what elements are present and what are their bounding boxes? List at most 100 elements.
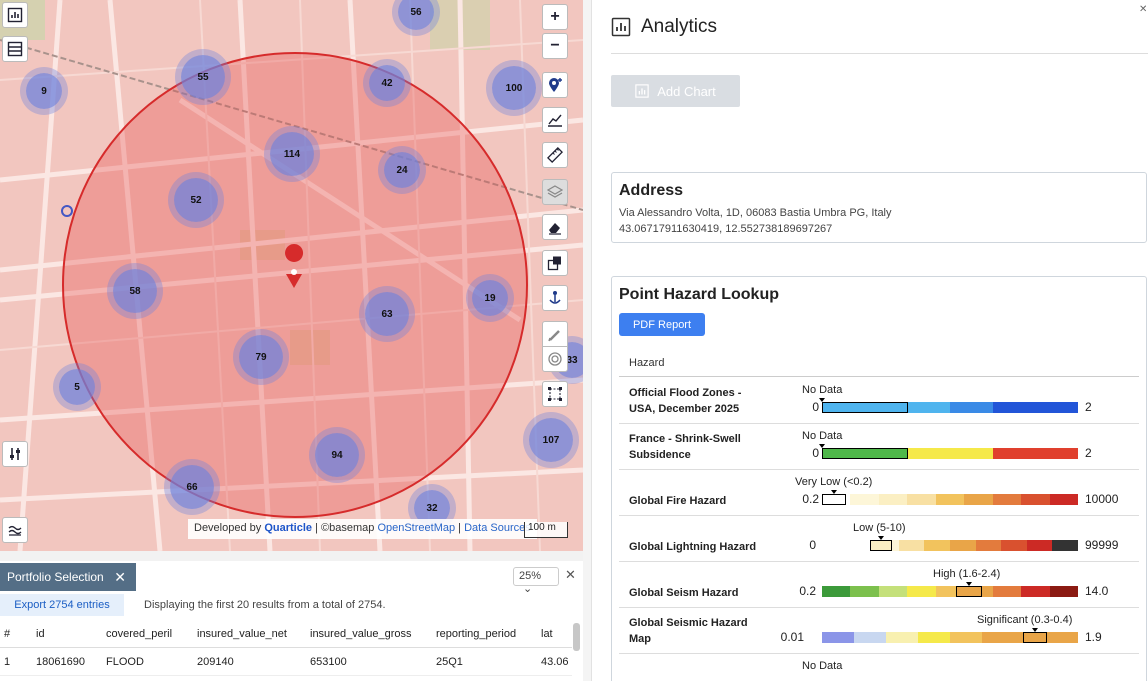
close-tab-icon[interactable]: ✕ bbox=[114, 569, 126, 586]
map-cluster[interactable]: 114 bbox=[270, 132, 314, 176]
column-header[interactable]: lat bbox=[541, 628, 572, 640]
layers-list-button[interactable] bbox=[2, 36, 28, 62]
map-cluster[interactable]: 58 bbox=[113, 269, 157, 313]
column-header[interactable]: id bbox=[36, 628, 106, 640]
close-panel-icon[interactable]: ✕ bbox=[1139, 4, 1147, 15]
add-chart-button[interactable]: Add Chart bbox=[611, 75, 740, 107]
zoom-select[interactable]: 25% ⌄ bbox=[513, 567, 559, 595]
portfolio-tab-label: Portfolio Selection bbox=[7, 570, 104, 584]
map-cluster[interactable]: 79 bbox=[239, 335, 283, 379]
portfolio-table: # id covered_peril insured_value_net ins… bbox=[0, 620, 572, 676]
point-hazard-card: Point Hazard Lookup PDF Report Hazard Of… bbox=[611, 276, 1147, 681]
line-chart-button[interactable] bbox=[542, 107, 568, 133]
hazard-marker bbox=[956, 586, 982, 597]
vertical-splitter[interactable] bbox=[583, 0, 592, 681]
hazard-row[interactable]: Global Seismic Hazard Map Significant (0… bbox=[619, 608, 1139, 654]
add-marker-button[interactable] bbox=[542, 72, 568, 98]
chevron-down-icon: ⌄ bbox=[523, 583, 533, 595]
table-cell: 1 bbox=[4, 655, 11, 668]
hazard-min: 0 bbox=[809, 538, 816, 552]
table-scrollbar[interactable] bbox=[573, 623, 580, 651]
hazard-min: 0.2 bbox=[799, 584, 816, 598]
hazard-value: Low (5-10) bbox=[853, 522, 906, 534]
column-header[interactable]: covered_peril bbox=[106, 628, 197, 640]
map-cluster[interactable]: 19 bbox=[472, 280, 508, 316]
app-window: 56 55 42 100 9 114 24 52 58 19 63 79 5 9… bbox=[0, 0, 1148, 681]
wave-lines-icon bbox=[8, 525, 22, 536]
panel-title-text: Analytics bbox=[641, 16, 718, 37]
hazard-row[interactable]: Global Seism Hazard High (1.6-2.4) 0.2 1… bbox=[619, 562, 1139, 608]
map-cluster[interactable]: 9 bbox=[26, 73, 62, 109]
pdf-report-button[interactable]: PDF Report bbox=[619, 313, 705, 336]
anchor-point-button[interactable] bbox=[542, 285, 568, 311]
hazard-row[interactable]: No Data bbox=[619, 654, 1139, 681]
hazard-name: France - Shrink-Swell Subsidence bbox=[629, 433, 741, 461]
chart-layer-button[interactable] bbox=[2, 2, 28, 28]
column-header[interactable]: # bbox=[0, 628, 36, 640]
map-view[interactable]: 56 55 42 100 9 114 24 52 58 19 63 79 5 9… bbox=[0, 0, 583, 551]
map-cluster[interactable]: 94 bbox=[315, 433, 359, 477]
hazard-marker bbox=[822, 494, 846, 505]
map-cluster[interactable]: 66 bbox=[170, 465, 214, 509]
layer-stack-button[interactable] bbox=[542, 179, 568, 205]
draw-line-button[interactable] bbox=[542, 321, 568, 347]
column-header[interactable]: insured_value_gross bbox=[310, 628, 436, 640]
table-row[interactable]: 1 18061690 FLOOD 209140 653100 25Q1 43.0… bbox=[0, 648, 572, 676]
eraser-icon bbox=[549, 223, 561, 235]
attribution-separator: | bbox=[458, 522, 462, 534]
horizontal-splitter[interactable] bbox=[0, 551, 583, 561]
legend-button[interactable] bbox=[2, 517, 28, 543]
openstreetmap-link[interactable]: OpenStreetMap bbox=[377, 522, 455, 534]
map-cluster[interactable]: 63 bbox=[365, 292, 409, 336]
hazard-row[interactable]: Global Lightning Hazard Low (5-10) 0 999… bbox=[619, 516, 1139, 562]
table-cell: 18061690 bbox=[36, 655, 85, 668]
map-cluster[interactable]: 100 bbox=[492, 66, 536, 110]
table-cell: 653100 bbox=[310, 655, 347, 668]
hazard-row[interactable]: France - Shrink-Swell Subsidence No Data… bbox=[619, 424, 1139, 470]
target-button[interactable] bbox=[542, 346, 568, 372]
select-area-button[interactable] bbox=[542, 250, 568, 276]
map-cluster[interactable]: 107 bbox=[529, 418, 573, 462]
zoom-out-button[interactable]: − bbox=[542, 33, 568, 59]
map-cluster[interactable]: 55 bbox=[181, 55, 225, 99]
hazard-name: Global Seismic Hazard Map bbox=[629, 617, 748, 645]
export-entries-button[interactable]: Export 2754 entries bbox=[0, 594, 124, 616]
measure-button[interactable] bbox=[542, 142, 568, 168]
column-header[interactable]: reporting_period bbox=[436, 628, 541, 640]
hazard-row[interactable]: Global Fire Hazard Very Low (<0.2) 0.2 1… bbox=[619, 470, 1139, 516]
portfolio-panel: Portfolio Selection ✕ 25% ⌄ ✕ Export 275… bbox=[0, 561, 583, 681]
hazard-name: Global Fire Hazard bbox=[629, 495, 727, 507]
column-header[interactable]: insured_value_net bbox=[197, 628, 310, 640]
address-line: Via Alessandro Volta, 1D, 06083 Bastia U… bbox=[619, 207, 892, 219]
hazard-marker bbox=[1023, 632, 1047, 643]
data-sources-link[interactable]: Data Sources bbox=[464, 522, 531, 534]
map-cluster[interactable]: 42 bbox=[369, 65, 405, 101]
hazard-scale-bar bbox=[822, 540, 1078, 551]
hazard-pointer bbox=[819, 398, 825, 402]
hazard-pointer bbox=[878, 536, 884, 540]
bar-chart-icon bbox=[7, 7, 23, 23]
hazard-name: Official Flood Zones - USA, December 202… bbox=[629, 387, 742, 415]
portfolio-selection-tab[interactable]: Portfolio Selection ✕ bbox=[0, 563, 136, 591]
add-chart-label: Add Chart bbox=[657, 83, 716, 99]
hazard-max: 14.0 bbox=[1085, 584, 1109, 598]
map-cluster[interactable]: 5 bbox=[59, 369, 95, 405]
map-cluster[interactable]: 52 bbox=[174, 178, 218, 222]
ruler-icon bbox=[547, 147, 563, 163]
zoom-in-button[interactable]: + bbox=[542, 4, 568, 30]
filter-settings-button[interactable] bbox=[2, 441, 28, 467]
hazard-min: 0 bbox=[812, 446, 819, 460]
results-info-text: Displaying the first 20 results from a t… bbox=[144, 599, 386, 611]
select-shape-icon bbox=[547, 256, 561, 271]
bounding-box-button[interactable] bbox=[542, 381, 568, 407]
hazard-value: Very Low (<0.2) bbox=[795, 476, 873, 488]
layers-icon bbox=[547, 185, 563, 198]
close-portfolio-icon[interactable]: ✕ bbox=[565, 567, 576, 583]
quarticle-logo[interactable]: Quarticle bbox=[264, 522, 312, 534]
hazard-column-header: Hazard bbox=[629, 357, 665, 369]
hazard-row[interactable]: Official Flood Zones - USA, December 202… bbox=[619, 378, 1139, 424]
eraser-button[interactable] bbox=[542, 214, 568, 240]
map-cluster[interactable]: 24 bbox=[384, 152, 420, 188]
hazard-value: No Data bbox=[802, 384, 843, 396]
list-icon bbox=[7, 41, 23, 57]
